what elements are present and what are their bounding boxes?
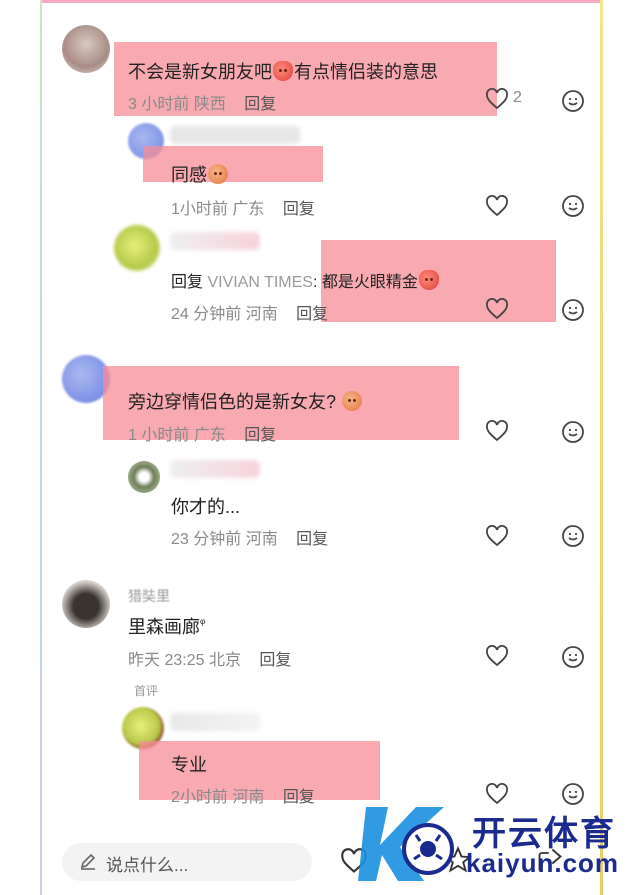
comment-text: 里森画廊ᵠ bbox=[128, 616, 206, 637]
heart-icon[interactable] bbox=[485, 88, 509, 110]
avatar[interactable] bbox=[114, 225, 160, 271]
comment-text: 旁边穿情侣色的是新女友? bbox=[128, 388, 363, 414]
like-count: 2 bbox=[513, 89, 522, 106]
comment-text: 同感 bbox=[171, 161, 229, 187]
top-border bbox=[40, 0, 603, 3]
comment-meta: 24 分钟前 河南 回复 bbox=[171, 306, 329, 323]
reply-button[interactable]: 回复 bbox=[283, 201, 315, 218]
username-blurred bbox=[170, 460, 260, 478]
comment-text: 回复 VIVIAN TIMES: 都是火眼精金 bbox=[171, 268, 440, 292]
watermark-url: kaiyun.com bbox=[466, 848, 620, 878]
kaiyun-logo-icon bbox=[358, 807, 454, 881]
heart-icon[interactable] bbox=[485, 420, 509, 442]
emoji-icon bbox=[273, 61, 293, 81]
heart-icon[interactable] bbox=[485, 645, 509, 667]
reply-button[interactable]: 回复 bbox=[259, 652, 291, 669]
reply-button[interactable]: 回复 bbox=[244, 96, 276, 113]
comment-meta: 3 小时前 陕西 回复 bbox=[128, 96, 277, 113]
avatar[interactable] bbox=[62, 580, 110, 628]
emoji-icon bbox=[208, 164, 228, 184]
reply-button[interactable]: 回复 bbox=[244, 427, 276, 444]
avatar[interactable] bbox=[62, 25, 110, 73]
left-border bbox=[40, 0, 42, 895]
reply-button[interactable]: 回复 bbox=[296, 531, 328, 548]
smile-icon[interactable] bbox=[561, 194, 585, 218]
pen-icon bbox=[80, 853, 96, 870]
username-blurred bbox=[170, 713, 260, 731]
avatar[interactable] bbox=[128, 461, 160, 493]
first-comment-tag: 首评 bbox=[134, 684, 159, 698]
comment-meta: 昨天 23:25 北京 回复 bbox=[128, 652, 292, 669]
smile-icon[interactable] bbox=[561, 298, 585, 322]
username-blurred bbox=[170, 232, 260, 250]
smile-icon[interactable] bbox=[561, 645, 585, 669]
comment-text: 你才的... bbox=[171, 497, 241, 517]
reply-button[interactable]: 回复 bbox=[296, 306, 328, 323]
comment-text: 不会是新女朋友吧 有点情侣装的意思 bbox=[128, 61, 438, 82]
right-border bbox=[600, 0, 603, 895]
smile-icon[interactable] bbox=[561, 782, 585, 806]
username-blurred bbox=[170, 126, 300, 144]
heart-icon[interactable] bbox=[485, 195, 509, 217]
heart-icon[interactable] bbox=[485, 298, 509, 320]
highlight-box bbox=[143, 146, 323, 182]
heart-icon[interactable] bbox=[485, 783, 509, 805]
reply-button[interactable]: 回复 bbox=[283, 789, 315, 806]
comment-text: 专业 bbox=[171, 755, 207, 775]
smile-icon[interactable] bbox=[561, 524, 585, 548]
emoji-icon bbox=[418, 270, 439, 290]
comment-meta: 23 分钟前 河南 回复 bbox=[171, 531, 329, 548]
smile-icon[interactable] bbox=[561, 89, 585, 113]
comment-input-placeholder: 说点什么... bbox=[106, 856, 189, 875]
username[interactable]: 猎奘里 bbox=[128, 586, 170, 606]
emoji-icon bbox=[342, 391, 363, 411]
comment-meta: 1 小时前 广东 回复 bbox=[128, 427, 277, 444]
smile-icon[interactable] bbox=[561, 420, 585, 444]
comment-meta: 2小时前 河南 回复 bbox=[171, 789, 315, 806]
heart-icon[interactable] bbox=[485, 525, 509, 547]
comment-meta: 1小时前 广东 回复 bbox=[171, 201, 315, 218]
